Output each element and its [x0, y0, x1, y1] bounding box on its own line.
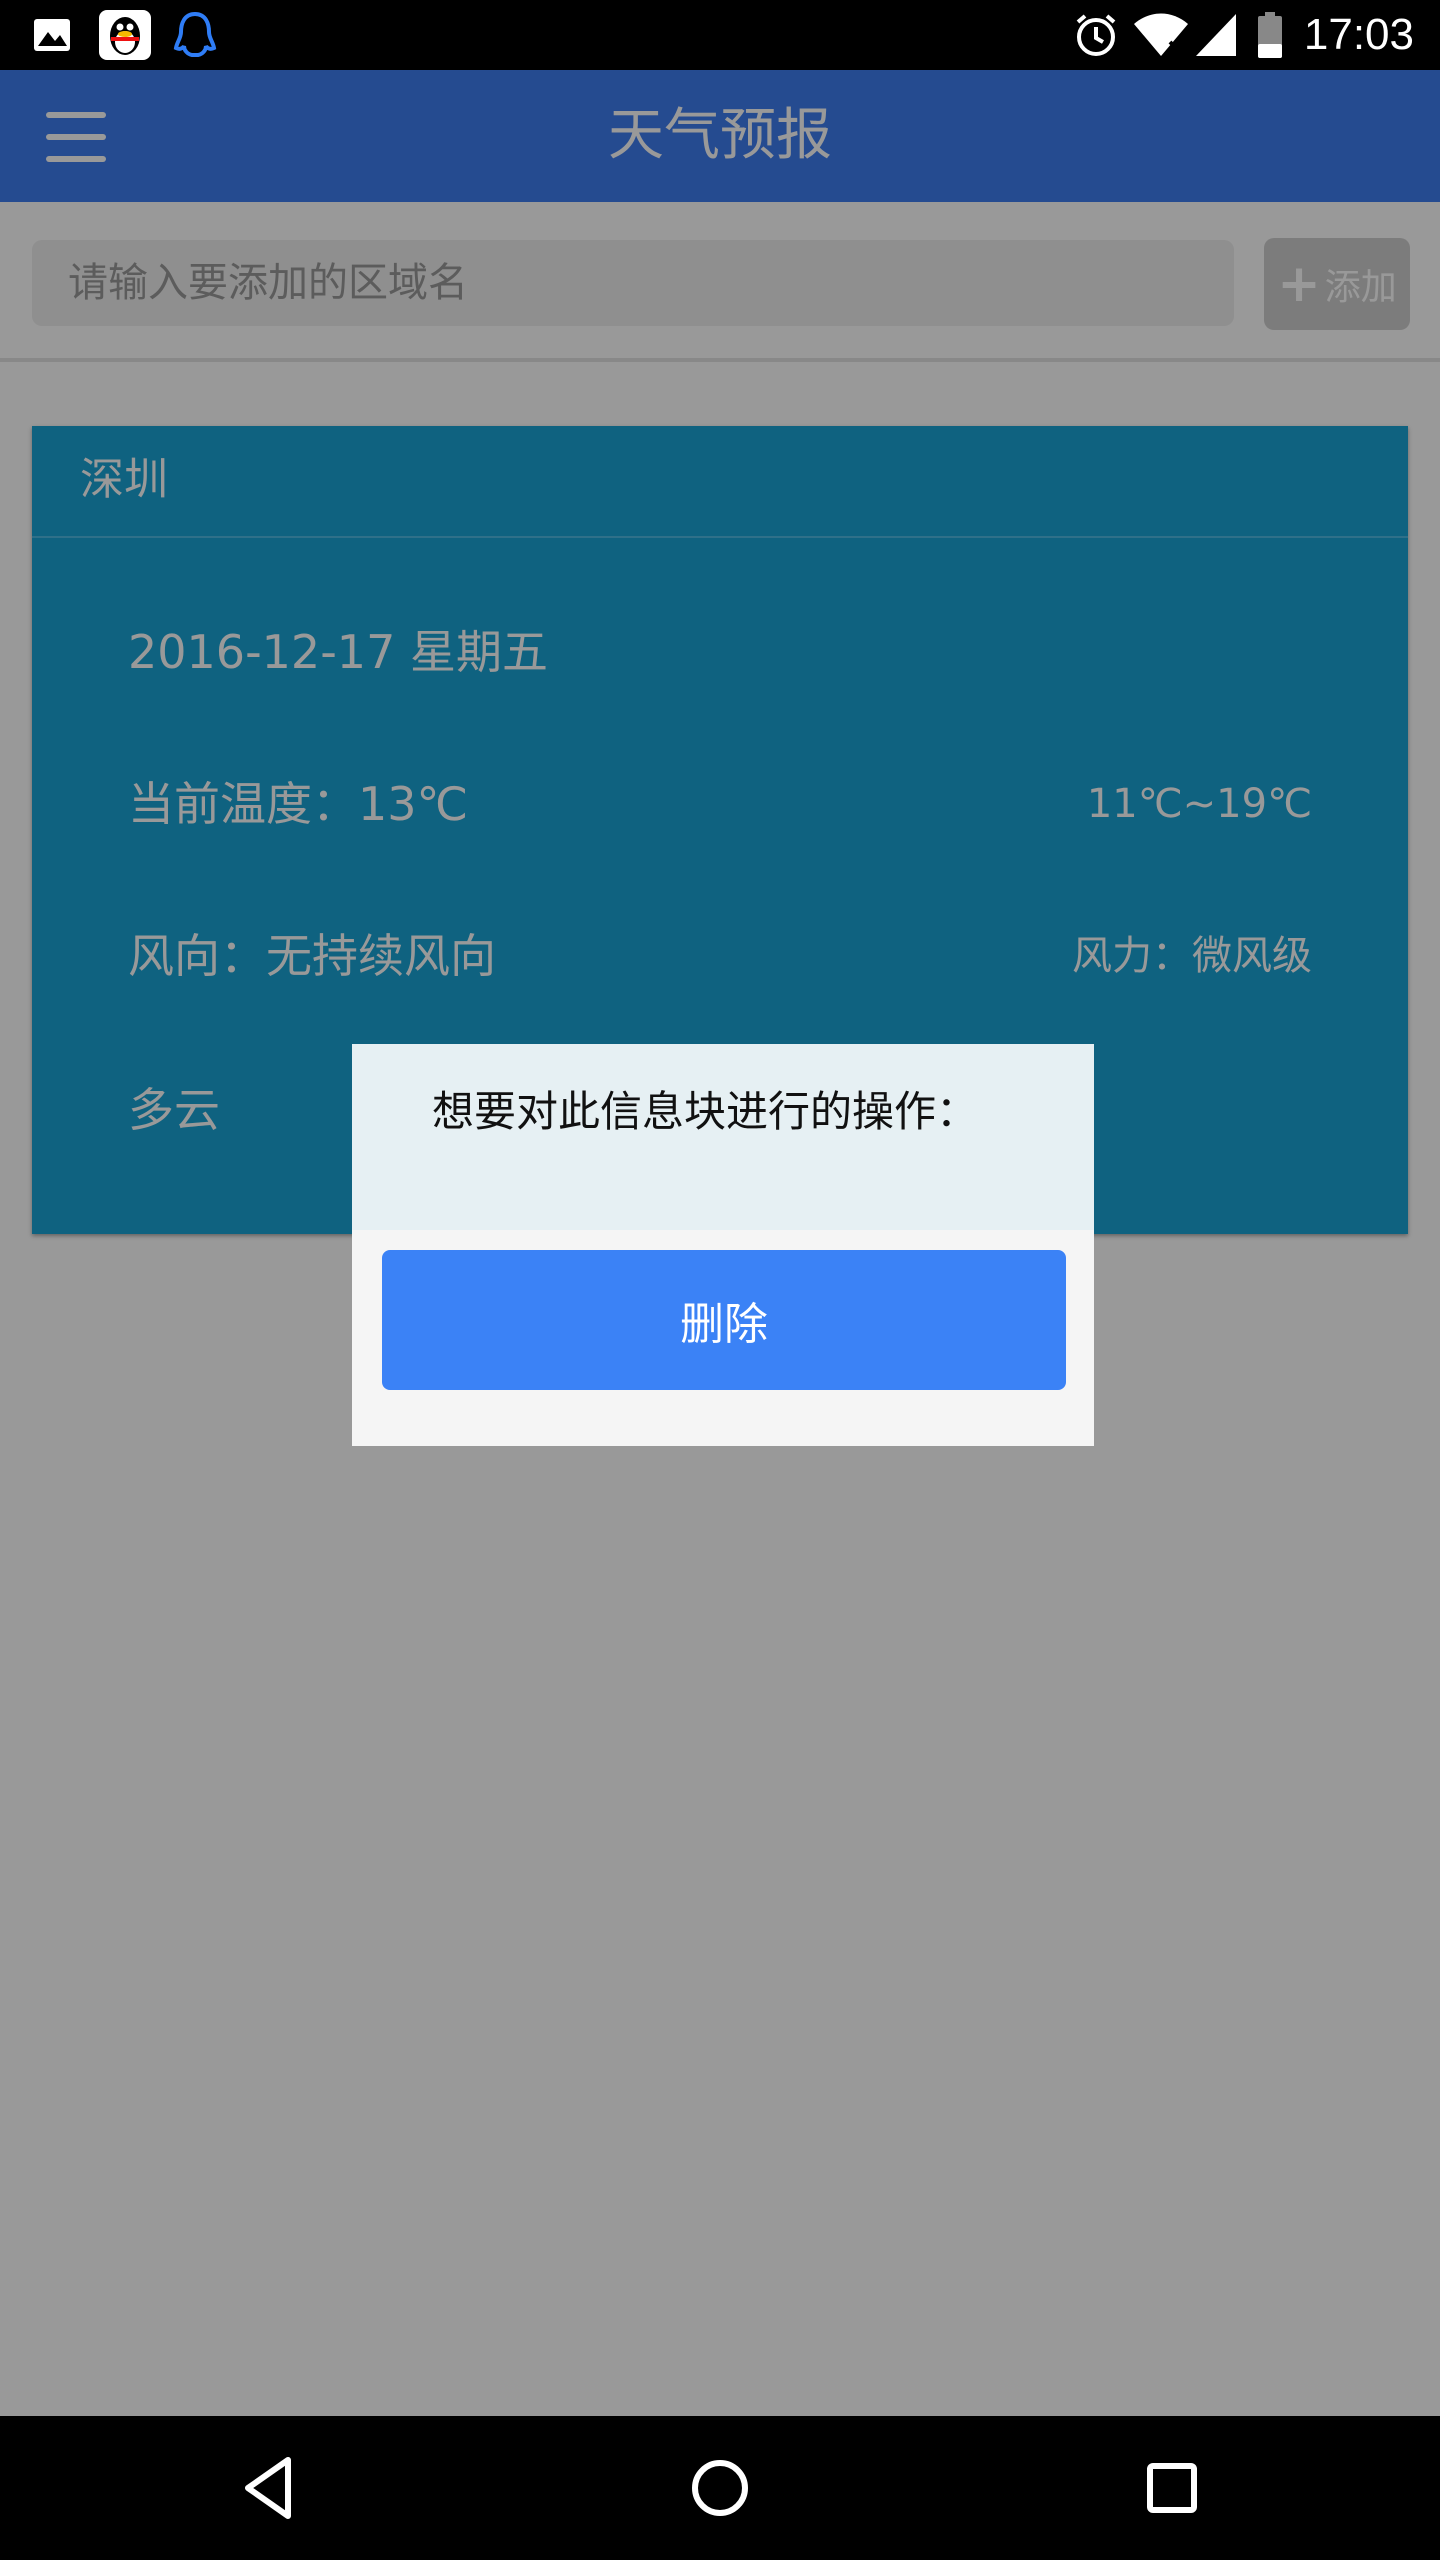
navigation-bar: [0, 2416, 1440, 2560]
qq-outline-icon: [173, 11, 217, 57]
action-dialog: 想要对此信息块进行的操作： 删除: [352, 1044, 1094, 1446]
recents-icon[interactable]: [1132, 2448, 1212, 2528]
signal-icon: [1196, 14, 1236, 56]
image-icon: [34, 19, 70, 51]
dialog-header: 想要对此信息块进行的操作：: [352, 1044, 1094, 1230]
status-bar: 17:03: [0, 0, 1440, 70]
alarm-icon: [1076, 14, 1116, 56]
home-icon[interactable]: [680, 2448, 760, 2528]
delete-button[interactable]: 删除: [382, 1250, 1066, 1390]
battery-icon: [1258, 12, 1282, 58]
wifi-icon: [1134, 13, 1188, 56]
status-time: 17:03: [1303, 10, 1414, 59]
qq-icon: [99, 10, 151, 60]
back-icon[interactable]: [230, 2448, 310, 2528]
dialog-message: 想要对此信息块进行的操作：: [432, 1087, 979, 1136]
